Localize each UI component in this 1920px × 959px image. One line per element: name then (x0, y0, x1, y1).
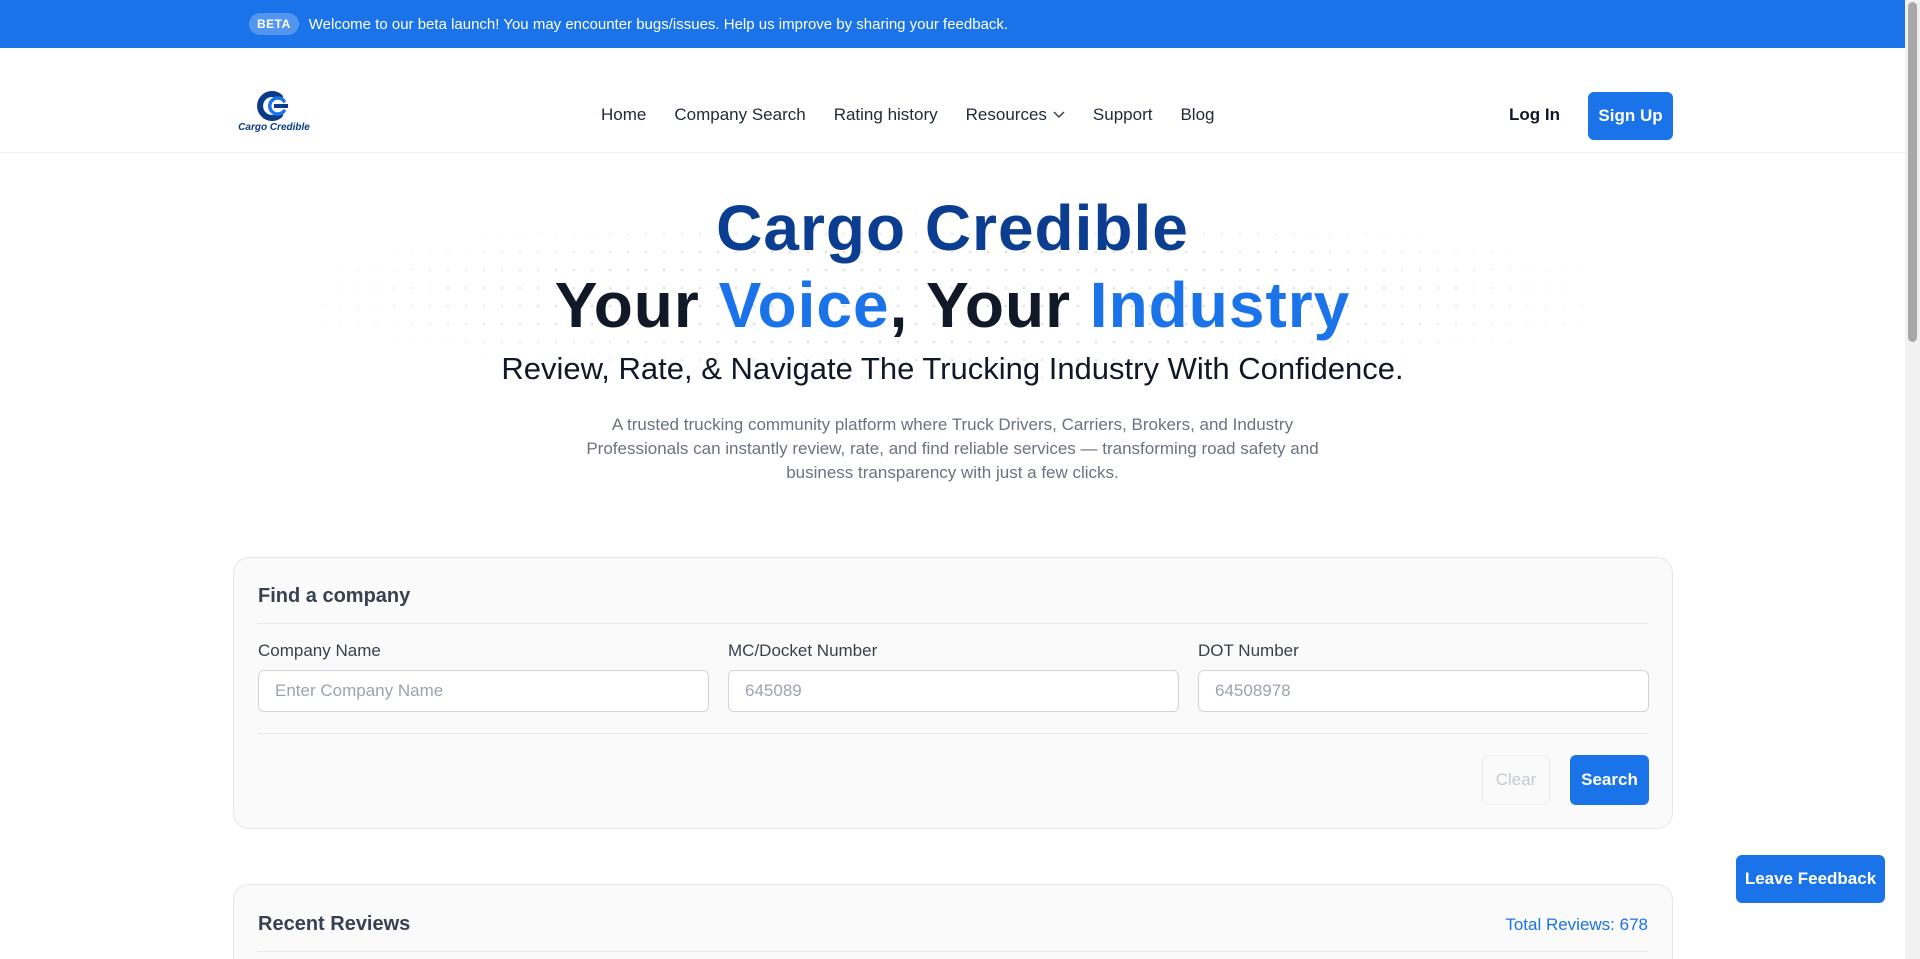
mc-docket-input[interactable] (728, 670, 1179, 712)
company-name-input[interactable] (258, 670, 709, 712)
main-nav: Home Company Search Rating history Resou… (601, 105, 1214, 125)
nav-support[interactable]: Support (1093, 105, 1153, 125)
beta-message: Welcome to our beta launch! You may enco… (308, 15, 1009, 33)
divider (258, 951, 1648, 952)
find-company-title: Find a company (258, 585, 411, 607)
cargo-credible-logo-icon (257, 91, 288, 121)
hero-description: A trusted trucking community platform wh… (586, 415, 1319, 482)
brand-logo[interactable]: Cargo Credible (234, 91, 314, 141)
signup-button[interactable]: Sign Up (1588, 92, 1673, 140)
search-button[interactable]: Search (1570, 755, 1649, 805)
chevron-down-icon (1053, 111, 1065, 119)
divider (258, 623, 1648, 624)
nav-resources-label: Resources (965, 105, 1047, 124)
page-scrollbar[interactable] (1905, 0, 1920, 959)
leave-feedback-button[interactable]: Leave Feedback (1736, 855, 1885, 903)
divider (258, 733, 1648, 734)
recent-reviews-title: Recent Reviews (258, 913, 411, 935)
brand-logo-text: Cargo Credible (238, 122, 310, 133)
dot-number-field: DOT Number (1198, 641, 1649, 712)
recent-reviews-card: Recent Reviews Total Reviews: 678 (233, 884, 1673, 959)
company-name-label: Company Name (258, 641, 381, 660)
nav-resources[interactable]: Resources (966, 105, 1065, 125)
mc-docket-label: MC/Docket Number (728, 641, 878, 660)
find-company-card: Find a company Company Name MC/Docket Nu… (233, 557, 1673, 829)
hero-subtitle: Your Voice, Your Industry (0, 268, 1905, 342)
scrollbar-thumb[interactable] (1908, 2, 1917, 342)
hero-subtitle-part1: Your (554, 269, 719, 341)
beta-banner: BETA Welcome to our beta launch! You may… (0, 0, 1905, 48)
hero-subtitle-accent-voice: Voice (718, 269, 890, 341)
nav-home[interactable]: Home (601, 105, 646, 125)
total-reviews-count: Total Reviews: 678 (1505, 915, 1648, 934)
clear-button[interactable]: Clear (1482, 755, 1550, 805)
login-link[interactable]: Log In (1509, 105, 1560, 125)
hero-title: Cargo Credible (716, 192, 1189, 264)
hero-tagline: Review, Rate, & Navigate The Trucking In… (501, 351, 1404, 386)
beta-badge: BETA (249, 13, 299, 35)
hero-subtitle-part2: , Your (889, 269, 1090, 341)
nav-rating-history[interactable]: Rating history (834, 105, 938, 125)
hero-subtitle-accent-industry: Industry (1089, 269, 1351, 341)
dot-number-input[interactable] (1198, 670, 1649, 712)
dot-number-label: DOT Number (1198, 641, 1299, 660)
nav-blog[interactable]: Blog (1180, 105, 1214, 125)
company-name-field: Company Name (258, 641, 709, 712)
mc-docket-field: MC/Docket Number (728, 641, 1179, 712)
nav-company-search[interactable]: Company Search (674, 105, 805, 125)
